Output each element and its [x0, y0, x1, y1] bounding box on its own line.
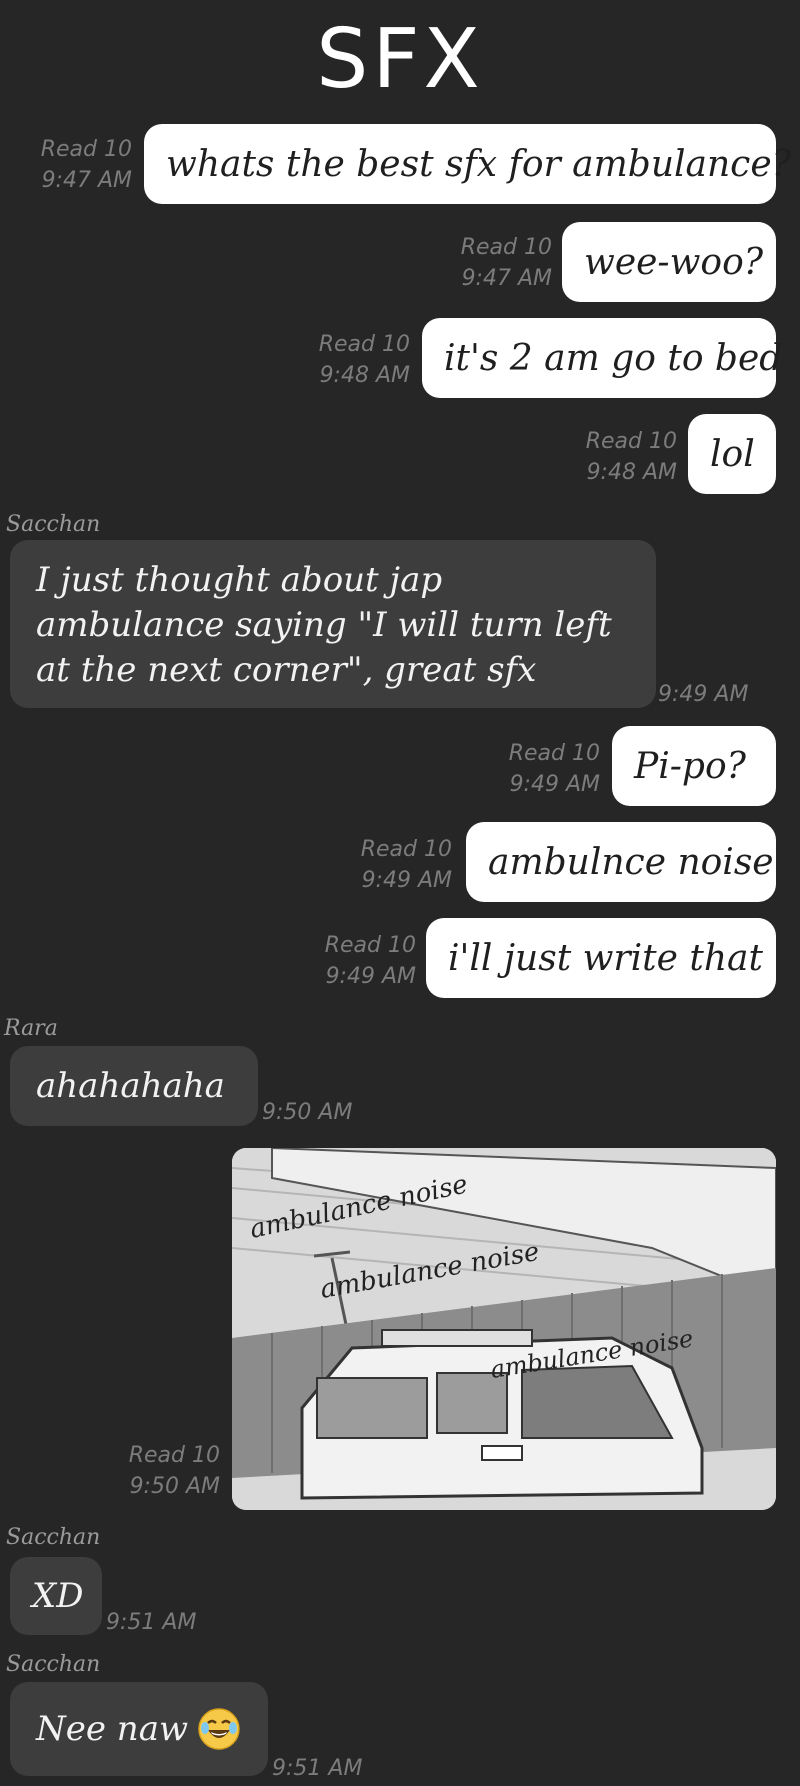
- manga-image[interactable]: ambulance noise ambulance noise ambulanc…: [232, 1148, 776, 1510]
- message-time: 9:50 AM: [262, 1100, 353, 1125]
- outgoing-message[interactable]: it's 2 am go to bed: [422, 318, 782, 398]
- sender-name: Sacchan: [6, 1652, 101, 1677]
- outgoing-message[interactable]: whats the best sfx for ambulance?: [144, 124, 791, 204]
- outgoing-message[interactable]: i'll just write that: [426, 918, 776, 998]
- read-receipt: Read 10 9:49 AM: [324, 933, 416, 989]
- read-receipt: Read 10 9:49 AM: [508, 741, 600, 797]
- read-receipt: Read 10 9:50 AM: [128, 1443, 220, 1499]
- chat-title: SFX: [316, 12, 484, 107]
- outgoing-message[interactable]: ambulnce noise: [466, 822, 776, 902]
- incoming-message[interactable]: XD: [10, 1557, 102, 1635]
- read-receipt: Read 10 9:49 AM: [360, 837, 452, 893]
- message-time: 9:51 AM: [272, 1756, 363, 1781]
- outgoing-message[interactable]: Pi-po?: [612, 726, 776, 806]
- ambulance-illustration: ambulance noise ambulance noise ambulanc…: [232, 1148, 776, 1510]
- read-receipt: Read 10 9:48 AM: [318, 332, 410, 388]
- crying-laughing-emoji-icon: [198, 1708, 240, 1750]
- message-time: 9:51 AM: [106, 1610, 197, 1635]
- read-receipt: Read 10 9:47 AM: [40, 137, 132, 193]
- read-receipt: Read 10 9:47 AM: [460, 235, 552, 291]
- outgoing-message[interactable]: lol: [688, 414, 776, 494]
- outgoing-message[interactable]: wee-woo?: [562, 222, 776, 302]
- incoming-message[interactable]: Nee naw: [10, 1682, 268, 1776]
- incoming-message[interactable]: I just thought about jap ambulance sayin…: [10, 540, 656, 708]
- sender-name: Sacchan: [6, 1525, 101, 1550]
- sender-name: Rara: [4, 1016, 58, 1041]
- sender-name: Sacchan: [6, 512, 101, 537]
- incoming-message[interactable]: ahahahaha: [10, 1046, 258, 1126]
- read-receipt: Read 10 9:48 AM: [585, 429, 677, 485]
- message-time: 9:49 AM: [658, 682, 749, 707]
